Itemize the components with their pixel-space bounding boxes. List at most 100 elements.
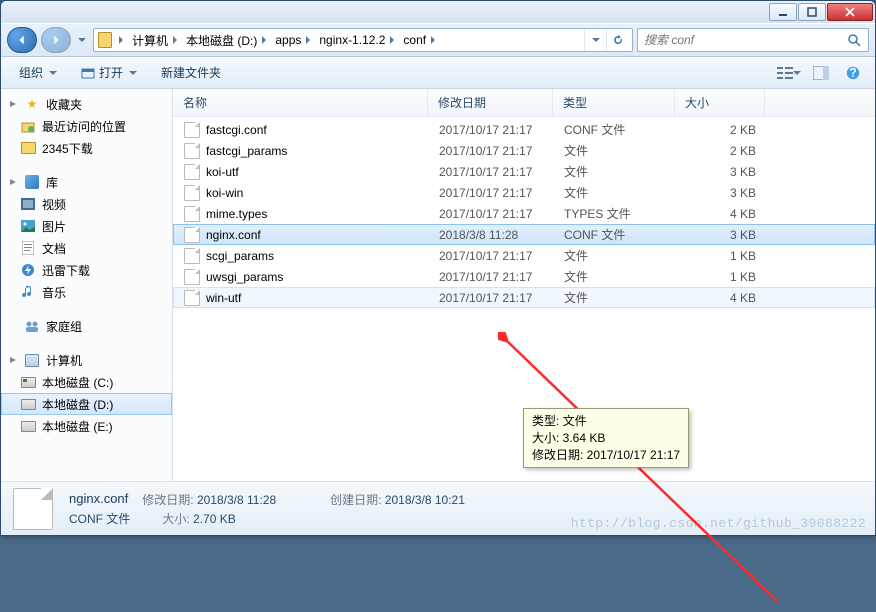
document-icon: [20, 240, 36, 256]
file-size: 3 KB: [676, 186, 766, 200]
file-icon: [184, 185, 200, 201]
breadcrumb[interactable]: conf: [399, 29, 440, 51]
minimize-button[interactable]: [769, 3, 797, 21]
file-type: 文件: [554, 163, 676, 180]
picture-icon: [20, 218, 36, 234]
breadcrumb[interactable]: apps: [271, 29, 315, 51]
sidebar-item-recent[interactable]: 最近访问的位置: [1, 115, 172, 137]
file-row[interactable]: scgi_params2017/10/17 21:17文件1 KB: [173, 245, 875, 266]
file-type: CONF 文件: [554, 121, 676, 138]
sidebar-computer[interactable]: 计算机: [1, 349, 172, 371]
file-date: 2017/10/17 21:17: [429, 207, 554, 221]
file-name: nginx.conf: [206, 228, 261, 242]
breadcrumb[interactable]: nginx-1.12.2: [315, 29, 399, 51]
file-row[interactable]: koi-utf2017/10/17 21:17文件3 KB: [173, 161, 875, 182]
file-date: 2017/10/17 21:17: [429, 186, 554, 200]
close-button[interactable]: [827, 3, 873, 21]
file-row[interactable]: uwsgi_params2017/10/17 21:17文件1 KB: [173, 266, 875, 287]
new-folder-button[interactable]: 新建文件夹: [151, 61, 231, 85]
file-date: 2018/3/8 11:28: [429, 228, 554, 242]
file-type: 文件: [554, 184, 676, 201]
forward-button[interactable]: [41, 27, 71, 53]
file-type: 文件: [554, 289, 676, 306]
details-filename: nginx.conf: [69, 491, 128, 508]
library-icon: [24, 174, 40, 190]
sidebar-item-2345[interactable]: 2345下载: [1, 137, 172, 159]
organize-menu[interactable]: 组织: [9, 61, 67, 85]
file-name: koi-utf: [206, 165, 239, 179]
sidebar-item-documents[interactable]: 文档: [1, 237, 172, 259]
file-name: win-utf: [206, 291, 241, 305]
sidebar-item-pictures[interactable]: 图片: [1, 215, 172, 237]
nav-row: 计算机 本地磁盘 (D:) apps nginx-1.12.2 conf: [1, 23, 875, 57]
details-pane: nginx.conf 修改日期: 2018/3/8 11:28 创建日期: 20…: [1, 481, 875, 535]
file-size: 1 KB: [676, 270, 766, 284]
column-name[interactable]: 名称: [173, 89, 428, 116]
sidebar-item-drive-e[interactable]: 本地磁盘 (E:): [1, 415, 172, 437]
column-size[interactable]: 大小: [675, 89, 765, 116]
sidebar-item-drive-d[interactable]: 本地磁盘 (D:): [1, 393, 172, 415]
file-icon: [184, 143, 200, 159]
refresh-button[interactable]: [606, 29, 628, 51]
explorer-window: 计算机 本地磁盘 (D:) apps nginx-1.12.2 conf 组织 …: [0, 0, 876, 536]
file-name: scgi_params: [206, 249, 274, 263]
maximize-button[interactable]: [798, 3, 826, 21]
preview-pane-button[interactable]: [807, 61, 835, 85]
file-row[interactable]: koi-win 2017/10/17 21:17文件3 KB: [173, 182, 875, 203]
sidebar-favorites[interactable]: ★收藏夹: [1, 93, 172, 115]
sidebar-item-drive-c[interactable]: 本地磁盘 (C:): [1, 371, 172, 393]
breadcrumb[interactable]: 本地磁盘 (D:): [182, 29, 271, 51]
column-headers: 名称 修改日期 类型 大小: [173, 89, 875, 117]
file-icon: [184, 248, 200, 264]
file-date: 2017/10/17 21:17: [429, 144, 554, 158]
breadcrumb[interactable]: 计算机: [128, 29, 182, 51]
file-name: koi-win: [206, 186, 243, 200]
file-list-pane: 名称 修改日期 类型 大小 fastcgi.conf 2017/10/17 21:…: [173, 89, 875, 481]
file-icon: [184, 122, 200, 138]
search-input[interactable]: [644, 33, 846, 47]
address-dropdown[interactable]: [584, 29, 606, 51]
file-size: 1 KB: [676, 249, 766, 263]
sidebar-item-music[interactable]: 音乐: [1, 281, 172, 303]
file-name: fastcgi.conf: [206, 123, 267, 137]
video-icon: [20, 196, 36, 212]
sidebar-item-videos[interactable]: 视频: [1, 193, 172, 215]
sidebar-item-thunder[interactable]: 迅雷下载: [1, 259, 172, 281]
file-icon: [184, 164, 200, 180]
back-button[interactable]: [7, 27, 37, 53]
column-type[interactable]: 类型: [553, 89, 675, 116]
search-icon[interactable]: [846, 32, 862, 48]
recent-icon: [20, 118, 36, 134]
homegroup-icon: [24, 318, 40, 334]
file-name: mime.types: [206, 207, 267, 221]
view-options-button[interactable]: [775, 61, 803, 85]
file-row[interactable]: nginx.conf2018/3/8 11:28CONF 文件3 KB: [173, 224, 875, 245]
sidebar-homegroup[interactable]: 家庭组: [1, 315, 172, 337]
breadcrumb[interactable]: [114, 29, 128, 51]
search-box[interactable]: [637, 28, 869, 52]
file-row[interactable]: mime.types2017/10/17 21:17TYPES 文件4 KB: [173, 203, 875, 224]
file-date: 2017/10/17 21:17: [429, 123, 554, 137]
drive-icon: [20, 396, 36, 412]
column-date[interactable]: 修改日期: [428, 89, 553, 116]
sidebar: ★收藏夹 最近访问的位置 2345下载 库 视频 图片 文档 迅雷下载 音乐 家…: [1, 89, 173, 481]
address-bar[interactable]: 计算机 本地磁盘 (D:) apps nginx-1.12.2 conf: [93, 28, 633, 52]
thunder-icon: [20, 262, 36, 278]
file-icon: [184, 206, 200, 222]
file-type: CONF 文件: [554, 226, 676, 243]
file-name: fastcgi_params: [206, 144, 287, 158]
file-row[interactable]: win-utf2017/10/17 21:17文件4 KB: [173, 287, 875, 308]
help-button[interactable]: ?: [839, 61, 867, 85]
file-row[interactable]: fastcgi.conf2017/10/17 21:17CONF 文件2 KB: [173, 119, 875, 140]
sidebar-libraries[interactable]: 库: [1, 171, 172, 193]
file-size: 2 KB: [676, 144, 766, 158]
file-date: 2017/10/17 21:17: [429, 270, 554, 284]
star-icon: ★: [24, 96, 40, 112]
nav-history-dropdown[interactable]: [75, 36, 89, 44]
file-name: uwsgi_params: [206, 270, 283, 284]
music-icon: [20, 284, 36, 300]
open-button[interactable]: 打开: [71, 61, 147, 85]
file-size: 4 KB: [676, 291, 766, 305]
file-row[interactable]: fastcgi_params2017/10/17 21:17文件2 KB: [173, 140, 875, 161]
file-size: 3 KB: [676, 165, 766, 179]
